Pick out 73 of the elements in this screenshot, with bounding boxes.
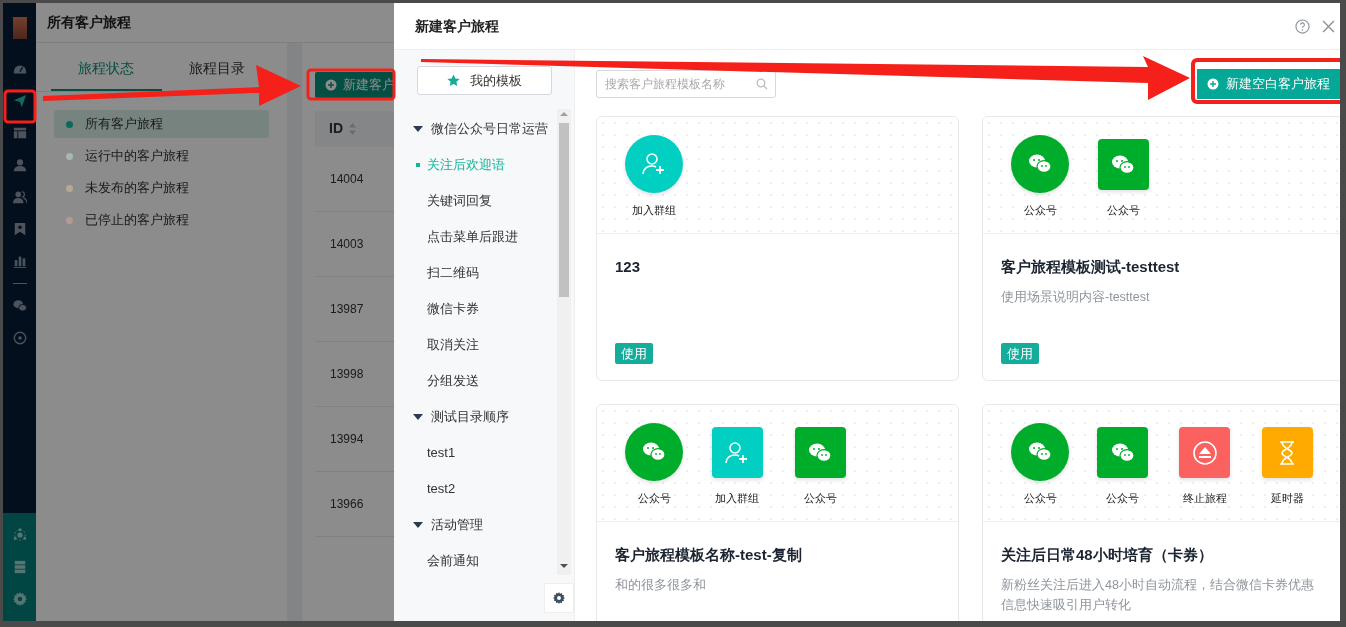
node-label: 公众号 xyxy=(1023,203,1057,218)
scrollbar[interactable] xyxy=(557,109,571,575)
settings-icon xyxy=(553,592,565,604)
node-label: 公众号 xyxy=(803,491,837,506)
tree-item[interactable]: 关键词回复 xyxy=(413,183,498,219)
search-field[interactable]: 搜索客户旅程模板名称 xyxy=(596,70,776,98)
chat-bubbles-icon[interactable] xyxy=(12,299,27,313)
node-label: 终止旅程 xyxy=(1183,491,1227,506)
plus-circle-icon xyxy=(325,78,337,91)
template-description: 使用场景说明内容-testtest xyxy=(1001,288,1151,306)
tree-item[interactable]: test2 xyxy=(413,471,462,507)
table-cell-text: 14003 xyxy=(330,235,364,253)
tree-item[interactable]: 取消关注 xyxy=(413,327,485,363)
table-cell-text: 13987 xyxy=(330,300,364,318)
star-icon xyxy=(447,74,460,87)
node-label: 公众号 xyxy=(637,491,671,506)
node-label: 公众号 xyxy=(1023,491,1057,506)
highlight-frame xyxy=(3,89,37,124)
tree-folder[interactable]: 微信公众号日常运营 xyxy=(413,111,557,147)
table-cell-text: 13994 xyxy=(330,430,364,448)
help-icon[interactable] xyxy=(1295,18,1310,34)
tree-item[interactable]: 扫二维码 xyxy=(413,255,485,291)
tree-folder[interactable]: 测试目录顺序 xyxy=(413,399,557,435)
node-label: 加入群组 xyxy=(632,203,676,218)
tree-item[interactable]: 会前通知 xyxy=(413,543,485,575)
search-icon xyxy=(756,78,768,90)
status-filter-item[interactable]: 已停止的客户旅程 xyxy=(54,206,269,234)
tree-item[interactable]: 微信卡券 xyxy=(413,291,485,327)
tab[interactable]: 旅程目录 xyxy=(161,43,272,91)
tree-item[interactable]: 分组发送 xyxy=(413,363,485,399)
send-icon[interactable] xyxy=(12,94,27,108)
column-header[interactable]: ID xyxy=(329,118,343,139)
plus-circle-icon xyxy=(1207,78,1219,90)
template-title: 客户旅程模板名称-test-复制 xyxy=(615,545,803,565)
sort-icon xyxy=(349,122,356,135)
template-title: 客户旅程模板测试-testtest xyxy=(1001,257,1181,277)
bar-chart-icon[interactable] xyxy=(12,254,27,268)
node-label: 延时器 xyxy=(1270,491,1304,506)
network-icon[interactable] xyxy=(12,528,27,542)
scroll-down-icon[interactable] xyxy=(559,561,569,571)
target-icon[interactable] xyxy=(12,331,27,345)
status-filter-item[interactable]: 所有客户旅程 xyxy=(54,110,269,138)
bookmark-icon[interactable] xyxy=(12,222,27,236)
tree-item[interactable]: test1 xyxy=(413,435,462,471)
table-cell-text: 13998 xyxy=(330,365,364,383)
settings-icon[interactable] xyxy=(12,592,27,606)
tree-item[interactable]: 点击菜单后跟进 xyxy=(413,219,524,255)
settings-button[interactable] xyxy=(544,583,574,613)
tree-folder[interactable]: 活动管理 xyxy=(413,507,557,543)
template-title: 123 xyxy=(615,257,642,277)
template-title: 关注后日常48小时培育（卡券） xyxy=(1001,545,1214,565)
my-templates-button[interactable]: 我的模板 xyxy=(417,66,552,95)
node-label: 加入群组 xyxy=(715,491,759,506)
status-filter-item[interactable]: 未发布的客户旅程 xyxy=(54,174,269,202)
table-cell-text: 14004 xyxy=(330,170,364,188)
user-icon[interactable] xyxy=(12,158,27,172)
add-user-icon xyxy=(641,151,667,177)
node-label: 公众号 xyxy=(1106,491,1140,506)
node-label: 公众号 xyxy=(1106,203,1140,218)
status-filter-item[interactable]: 运行中的客户旅程 xyxy=(54,142,269,170)
logo-icon xyxy=(12,17,27,39)
scrollbar-thumb[interactable] xyxy=(559,123,569,297)
close-icon[interactable] xyxy=(1322,19,1335,33)
server-icon[interactable] xyxy=(12,560,27,574)
scroll-up-icon[interactable] xyxy=(559,109,569,119)
modal-title: 新建客户旅程 xyxy=(415,16,499,36)
template-description: 和的很多很多和 xyxy=(615,576,707,594)
template-description: 新粉丝关注后进入48小时自动流程，结合微信卡券优惠信息快速吸引用户转化 xyxy=(1001,576,1315,614)
layout-icon[interactable] xyxy=(12,126,27,140)
users-icon[interactable] xyxy=(12,190,27,204)
add-user-icon xyxy=(724,439,750,466)
eject-icon xyxy=(1192,439,1218,466)
table-cell-text: 13966 xyxy=(330,495,364,513)
